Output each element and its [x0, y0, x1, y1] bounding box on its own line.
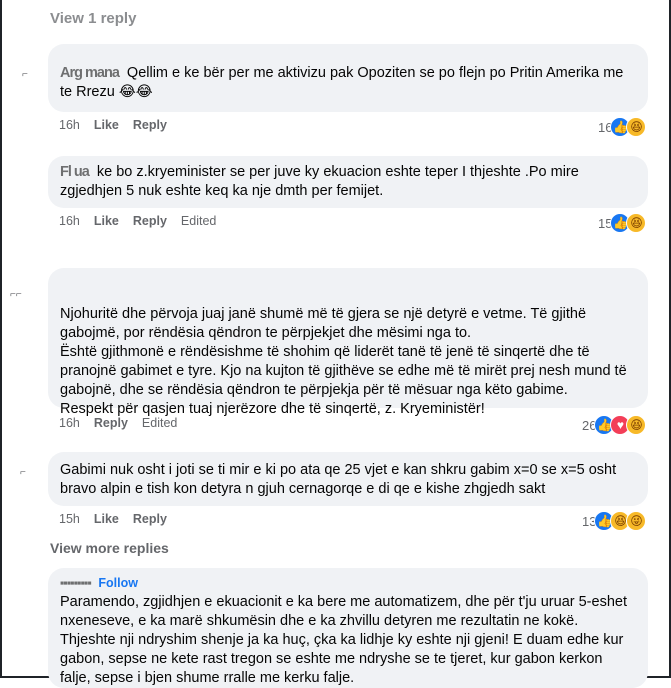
timestamp[interactable]: 15h	[59, 512, 80, 526]
commenter-name[interactable]: Arg mana	[60, 65, 120, 81]
haha-reaction-icon: 😆	[626, 415, 647, 435]
comment-bubble: Njohuritë dhe përvoja juaj janë shumë më…	[48, 268, 648, 417]
avatar[interactable]: ⌐	[22, 70, 38, 80]
view-replies-link[interactable]: View 1 reply	[50, 10, 136, 27]
reply-button[interactable]: Reply	[133, 214, 167, 228]
comment-actions: 16h Reply Edited	[59, 416, 177, 430]
reaction-summary[interactable]: 13 👍 😆 😜	[578, 510, 649, 532]
comment-bubble: Arg mana Qellim e ke bër per me aktivizu…	[48, 44, 648, 112]
edited-label: Edited	[141, 416, 178, 430]
reply-button[interactable]: Reply	[133, 118, 167, 132]
comment-text: Njohuritë dhe përvoja juaj janë shumë më…	[60, 306, 627, 417]
comment-actions: 16h Like Reply	[59, 118, 167, 132]
comments-panel: View 1 reply ⌐ Arg mana Qellim e ke bër …	[0, 0, 671, 688]
haha-reaction-icon: 😆	[626, 213, 647, 233]
haha-reaction-icon: 😜	[626, 511, 647, 531]
comment-text: Gabimi nuk osht i joti se ti mir e ki po…	[60, 462, 617, 497]
comment-bubble: Fl ua ke bo z.kryeminister se per juve k…	[48, 156, 648, 208]
follow-button[interactable]: Follow	[98, 576, 138, 590]
comment-text: Qellim e ke bër per me aktivizu pak Opoz…	[60, 65, 624, 100]
like-button[interactable]: Like	[94, 214, 119, 228]
avatar[interactable]: ⌐⌐	[10, 290, 26, 300]
comment-bubble: Gabimi nuk osht i joti se ti mir e ki po…	[48, 452, 648, 506]
comment-text: ke bo z.kryeminister se per juve ky ekua…	[60, 164, 579, 199]
like-button[interactable]: Like	[94, 512, 119, 526]
reply-button[interactable]: Reply	[94, 416, 128, 430]
like-button[interactable]: Like	[94, 118, 119, 132]
view-more-replies-link[interactable]: View more replies	[50, 540, 169, 556]
timestamp[interactable]: 16h	[59, 416, 80, 430]
comment-bubble: ▪▪▪▪▪▪▪▪▪ Follow Paramendo, zgjidhjen e …	[48, 568, 648, 688]
reaction-summary[interactable]: 15 👍 😆	[594, 212, 649, 234]
avatar[interactable]: ⌐	[20, 468, 36, 478]
edited-label: Edited	[180, 214, 217, 228]
comment-actions: 15h Like Reply	[59, 512, 167, 526]
timestamp[interactable]: 16h	[59, 214, 80, 228]
commenter-name[interactable]: Fl ua	[60, 164, 90, 180]
comment-header: ▪▪▪▪▪▪▪▪▪ Follow	[60, 574, 636, 593]
reply-button[interactable]: Reply	[133, 512, 167, 526]
commenter-name[interactable]: ▪▪▪▪▪▪▪▪▪	[60, 576, 92, 590]
haha-reaction-icon: 😆	[626, 117, 647, 137]
comment-text: Paramendo, zgjidhjen e ekuacionit e ka b…	[60, 594, 627, 686]
reaction-summary[interactable]: 16 👍 😆	[594, 116, 649, 138]
timestamp[interactable]: 16h	[59, 118, 80, 132]
comment-actions: 16h Like Reply Edited	[59, 214, 216, 228]
reaction-summary[interactable]: 26 👍 ♥ 😆	[578, 414, 649, 436]
